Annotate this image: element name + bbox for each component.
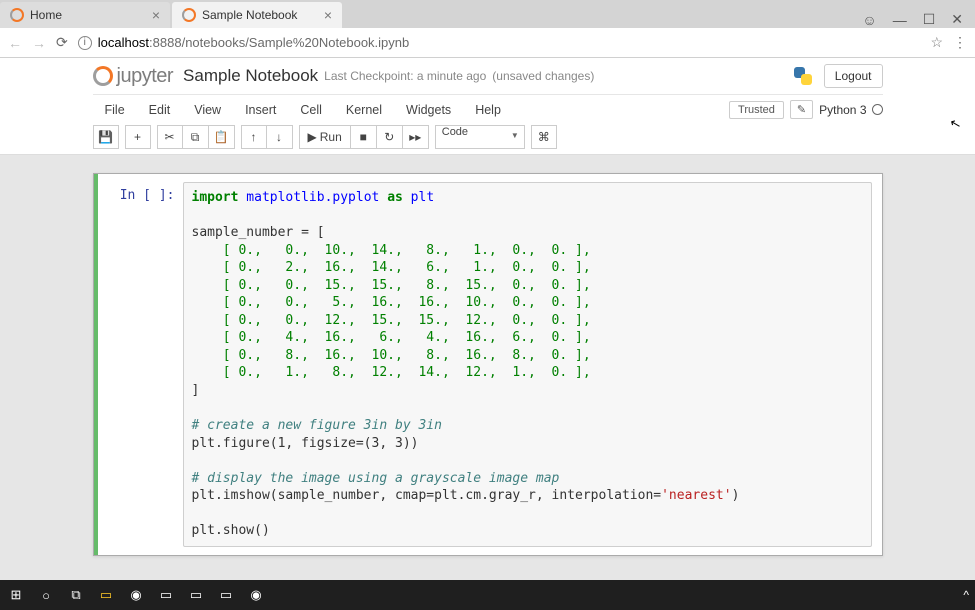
address-bar: ← → ⟳ i localhost:8888/notebooks/Sample%…: [0, 28, 975, 58]
jupyter-logo-icon: [93, 66, 113, 86]
edit-metadata-icon[interactable]: ✎: [790, 100, 813, 119]
menu-file[interactable]: File: [93, 103, 137, 117]
jupyter-favicon: [182, 8, 196, 22]
notebook-name[interactable]: Sample Notebook: [183, 66, 318, 86]
unsaved-status: (unsaved changes): [492, 69, 594, 83]
jupyter-page: jupyter Sample Notebook Last Checkpoint:…: [0, 58, 975, 155]
insert-cell-button[interactable]: +: [125, 125, 151, 149]
bookmark-icon[interactable]: ☆: [930, 34, 943, 51]
app-icon[interactable]: ▭: [156, 585, 176, 605]
logout-button[interactable]: Logout: [824, 64, 883, 88]
jupyter-logo[interactable]: jupyter: [93, 65, 174, 88]
save-button[interactable]: 💾: [93, 125, 119, 149]
site-info-icon[interactable]: i: [78, 36, 92, 50]
chrome-menu-icon[interactable]: ⋮: [953, 34, 967, 51]
windows-taskbar: ⊞ ○ ⧉ ▭ ◉ ▭ ▭ ▭ ◉ ^: [0, 580, 975, 610]
close-tab-icon[interactable]: ×: [324, 7, 332, 23]
cortana-icon[interactable]: ○: [36, 585, 56, 605]
menu-view[interactable]: View: [182, 103, 233, 117]
app-icon[interactable]: ▭: [186, 585, 206, 605]
forward-icon[interactable]: →: [32, 35, 46, 51]
browser-tab-notebook[interactable]: Sample Notebook ×: [172, 2, 342, 28]
menu-edit[interactable]: Edit: [137, 103, 183, 117]
menu-insert[interactable]: Insert: [233, 103, 288, 117]
move-down-button[interactable]: ↓: [267, 125, 293, 149]
checkpoint-status: Last Checkpoint: a minute ago: [324, 69, 486, 83]
jupyter-logo-text: jupyter: [117, 65, 174, 88]
minimize-icon[interactable]: —: [893, 12, 907, 28]
restart-run-all-button[interactable]: ▸▸: [403, 125, 429, 149]
cut-button[interactable]: ✂: [157, 125, 183, 149]
url-input[interactable]: i localhost:8888/notebooks/Sample%20Note…: [78, 35, 921, 50]
url-path: /notebooks/Sample%20Notebook.ipynb: [182, 35, 410, 50]
menu-bar: File Edit View Insert Cell Kernel Widget…: [93, 94, 883, 124]
cell-type-select[interactable]: Code: [435, 125, 525, 149]
interrupt-button[interactable]: ■: [351, 125, 377, 149]
restart-button[interactable]: ↻: [377, 125, 403, 149]
menu-widgets[interactable]: Widgets: [394, 103, 463, 117]
notebook-area: In [ ]: import matplotlib.pyplot as plt …: [0, 155, 975, 596]
kernel-idle-icon: [872, 104, 883, 115]
toolbar: 💾 + ✂ ⧉ 📋 ↑ ↓ ▶ Run ■ ↻ ▸▸ Code ⌘: [93, 124, 883, 154]
notebook-header: jupyter Sample Notebook Last Checkpoint:…: [93, 58, 883, 94]
chrome-running-icon[interactable]: ◉: [246, 585, 266, 605]
jupyter-favicon: [10, 8, 24, 22]
maximize-icon[interactable]: ☐: [923, 11, 936, 28]
window-controls: ☺ — ☐ ✕: [850, 11, 975, 28]
browser-tab-home[interactable]: Home ×: [0, 2, 170, 28]
close-tab-icon[interactable]: ×: [152, 7, 160, 23]
menu-help[interactable]: Help: [463, 103, 513, 117]
back-icon[interactable]: ←: [8, 35, 22, 51]
run-button[interactable]: ▶ Run: [299, 125, 351, 149]
system-tray[interactable]: ^: [963, 588, 969, 602]
code-cell[interactable]: In [ ]: import matplotlib.pyplot as plt …: [94, 174, 882, 555]
tab-title: Sample Notebook: [202, 8, 297, 22]
chrome-taskbar-icon[interactable]: ◉: [126, 585, 146, 605]
terminal-icon[interactable]: ▭: [216, 585, 236, 605]
menu-cell[interactable]: Cell: [288, 103, 334, 117]
kernel-indicator[interactable]: Python 3: [819, 103, 882, 117]
copy-button[interactable]: ⧉: [183, 125, 209, 149]
url-host: localhost: [98, 35, 149, 50]
menu-kernel[interactable]: Kernel: [334, 103, 394, 117]
command-palette-button[interactable]: ⌘: [531, 125, 557, 149]
tab-title: Home: [30, 8, 62, 22]
notebook-container: In [ ]: import matplotlib.pyplot as plt …: [93, 173, 883, 556]
paste-button[interactable]: 📋: [209, 125, 235, 149]
close-window-icon[interactable]: ✕: [951, 11, 963, 28]
start-button[interactable]: ⊞: [6, 585, 26, 605]
file-explorer-icon[interactable]: ▭: [96, 585, 116, 605]
task-view-icon[interactable]: ⧉: [66, 585, 86, 605]
move-up-button[interactable]: ↑: [241, 125, 267, 149]
code-input[interactable]: import matplotlib.pyplot as plt sample_n…: [183, 182, 872, 547]
user-icon[interactable]: ☺: [862, 12, 876, 28]
browser-tab-strip: Home × Sample Notebook × ☺ — ☐ ✕: [0, 0, 975, 28]
input-prompt: In [ ]:: [98, 182, 183, 547]
trusted-badge[interactable]: Trusted: [729, 101, 784, 119]
python-logo-icon: [792, 65, 814, 87]
reload-icon[interactable]: ⟳: [56, 34, 68, 51]
